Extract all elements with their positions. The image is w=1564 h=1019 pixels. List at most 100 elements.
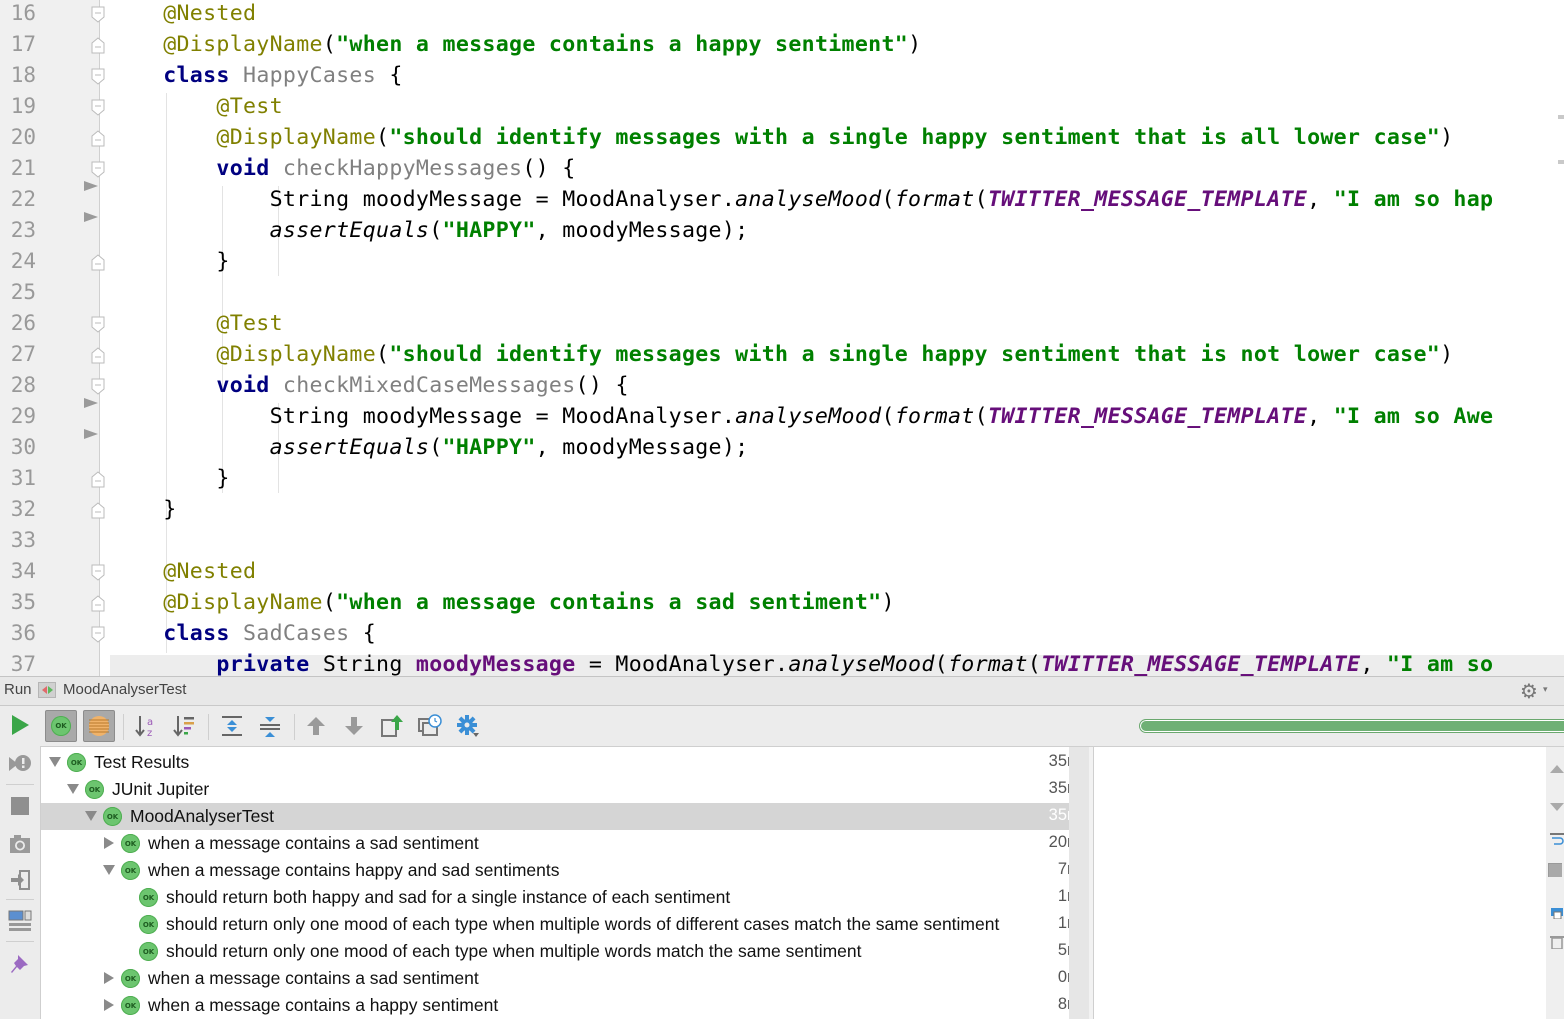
test-passed-icon: OK xyxy=(121,969,140,988)
chevron-down-icon[interactable]: ▾ xyxy=(1543,685,1548,695)
error-stripe-marker[interactable] xyxy=(1558,115,1564,119)
fold-end-icon[interactable] xyxy=(91,347,105,364)
export-results-button[interactable] xyxy=(376,710,408,742)
test-tree-node[interactable]: OKMoodAnalyserTest35ms xyxy=(41,803,1089,830)
fold-collapse-icon[interactable] xyxy=(91,161,105,178)
run-test-gutter-icon[interactable] xyxy=(84,429,98,439)
history-icon xyxy=(418,714,442,736)
test-settings-button[interactable] xyxy=(452,710,484,742)
expand-arrow-right-icon[interactable] xyxy=(104,972,114,984)
test-tree-node[interactable]: OK should return both happy and sad for a… xyxy=(41,884,1089,911)
code-token: () { xyxy=(522,156,576,181)
toolbar-separator xyxy=(294,714,295,740)
toolbar-separator xyxy=(208,714,209,740)
expand-arrow-down-icon[interactable] xyxy=(103,865,115,875)
next-failed-button[interactable] xyxy=(338,710,370,742)
sort-alphabetically-icon: az xyxy=(135,716,153,738)
line-number: 22 xyxy=(10,187,36,211)
line-number: 16 xyxy=(10,1,36,25)
show-ignored-toggle[interactable] xyxy=(83,710,115,742)
fold-collapse-icon[interactable] xyxy=(91,626,105,643)
test-tree-node[interactable]: OK when a message contains a happy sentim… xyxy=(41,992,1089,1019)
fold-collapse-icon[interactable] xyxy=(91,99,105,116)
editor-gutter: 16 17 18 19 20 21 22 23 24 25 26 27 28 29 30 31 32 33 34 35… xyxy=(0,0,100,676)
test-name: JUnit Jupiter xyxy=(112,779,210,799)
import-tests-button[interactable] xyxy=(6,866,34,894)
test-tree-node[interactable]: OK should return only one mood of each ty… xyxy=(41,911,1089,938)
trash-icon[interactable] xyxy=(1550,935,1564,949)
console-output-pane[interactable] xyxy=(1093,747,1547,1019)
collapse-all-button[interactable] xyxy=(254,710,286,742)
fold-end-icon[interactable] xyxy=(91,130,105,147)
expand-arrow-right-icon[interactable] xyxy=(104,837,114,849)
code-line: class HappyCases { xyxy=(110,60,403,91)
run-configuration-tab[interactable]: MoodAnalyserTest xyxy=(63,681,186,698)
scroll-down-icon[interactable] xyxy=(1550,799,1564,813)
line-number: 29 xyxy=(10,404,36,428)
code-token: "I am so Awe xyxy=(1333,404,1494,429)
test-name: MoodAnalyserTest xyxy=(130,806,274,826)
line-number: 33 xyxy=(10,528,36,552)
fold-collapse-icon[interactable] xyxy=(91,316,105,333)
code-line: @Nested xyxy=(110,556,256,587)
dump-threads-button[interactable] xyxy=(6,830,34,858)
fold-end-icon[interactable] xyxy=(91,254,105,271)
expand-all-button[interactable] xyxy=(216,710,248,742)
test-passed-icon: OK xyxy=(121,996,140,1015)
test-tree-node[interactable]: OK when a message contains a sad sentimen… xyxy=(41,830,1089,857)
test-tree-node[interactable]: OKTest Results35ms xyxy=(41,749,1089,776)
sort-by-duration-button[interactable] xyxy=(168,710,200,742)
test-tree-node[interactable]: OK should return only one mood of each ty… xyxy=(41,938,1089,965)
sort-alphabetically-button[interactable]: az xyxy=(130,710,162,742)
fold-collapse-icon[interactable] xyxy=(91,6,105,23)
soft-wrap-icon[interactable] xyxy=(1550,832,1564,846)
run-test-gutter-icon[interactable] xyxy=(84,181,98,191)
fold-end-icon[interactable] xyxy=(91,37,105,54)
fold-end-icon[interactable] xyxy=(91,471,105,488)
rerun-button[interactable] xyxy=(6,711,34,739)
scroll-up-icon[interactable] xyxy=(1550,763,1564,777)
test-results-tree[interactable]: OKTest Results35msOKJUnit Jupiter35msOKM… xyxy=(41,747,1089,1019)
export-icon xyxy=(381,715,403,737)
code-token: void xyxy=(216,373,270,398)
fold-collapse-icon[interactable] xyxy=(91,378,105,395)
run-test-gutter-icon[interactable] xyxy=(84,212,98,222)
settings-gear-icon[interactable]: ⚙ xyxy=(1520,680,1538,702)
code-token: ( xyxy=(322,32,337,57)
previous-failed-button[interactable] xyxy=(300,710,332,742)
pin-tab-button[interactable] xyxy=(6,950,34,978)
expand-arrow-down-icon[interactable] xyxy=(85,811,97,821)
show-passed-toggle[interactable]: OK xyxy=(45,710,77,742)
stop-button[interactable] xyxy=(6,792,34,820)
error-stripe-marker[interactable] xyxy=(1558,160,1564,164)
scroll-to-end-toggle[interactable] xyxy=(1548,863,1562,877)
rerun-failed-button[interactable] xyxy=(6,750,34,778)
test-tree-node[interactable]: OK when a message contains a sad sentimen… xyxy=(41,965,1089,992)
print-icon[interactable] xyxy=(1550,905,1564,919)
test-tree-node[interactable]: OK when a message contains happy and sad … xyxy=(41,857,1089,884)
code-token: assertEquals xyxy=(269,218,430,243)
test-passed-icon: OK xyxy=(139,888,158,907)
run-test-gutter-icon[interactable] xyxy=(84,398,98,408)
fold-end-icon[interactable] xyxy=(91,502,105,519)
layout-icon xyxy=(8,910,32,931)
test-history-button[interactable] xyxy=(414,710,446,742)
test-tree-node[interactable]: OKJUnit Jupiter35ms xyxy=(41,776,1089,803)
test-progress-bar xyxy=(1139,719,1564,733)
fold-collapse-icon[interactable] xyxy=(91,564,105,581)
toolbar-separator xyxy=(6,941,34,942)
expand-arrow-down-icon[interactable] xyxy=(49,757,61,767)
test-name: should return both happy and sad for a s… xyxy=(166,887,731,907)
expand-arrow-right-icon[interactable] xyxy=(104,999,114,1011)
layout-button[interactable] xyxy=(6,907,34,935)
fold-collapse-icon[interactable] xyxy=(91,68,105,85)
code-token: "I am so xyxy=(1386,652,1494,676)
camera-icon xyxy=(10,835,30,853)
code-editor[interactable]: 16 17 18 19 20 21 22 23 24 25 26 27 28 29 30 31 32 33 34 35… xyxy=(0,0,1564,676)
fold-end-icon[interactable] xyxy=(91,595,105,612)
test-name: when a message contains happy and sad se… xyxy=(148,860,560,880)
expand-arrow-down-icon[interactable] xyxy=(67,784,79,794)
code-token: ( xyxy=(322,590,337,615)
line-number: 18 xyxy=(10,63,36,87)
